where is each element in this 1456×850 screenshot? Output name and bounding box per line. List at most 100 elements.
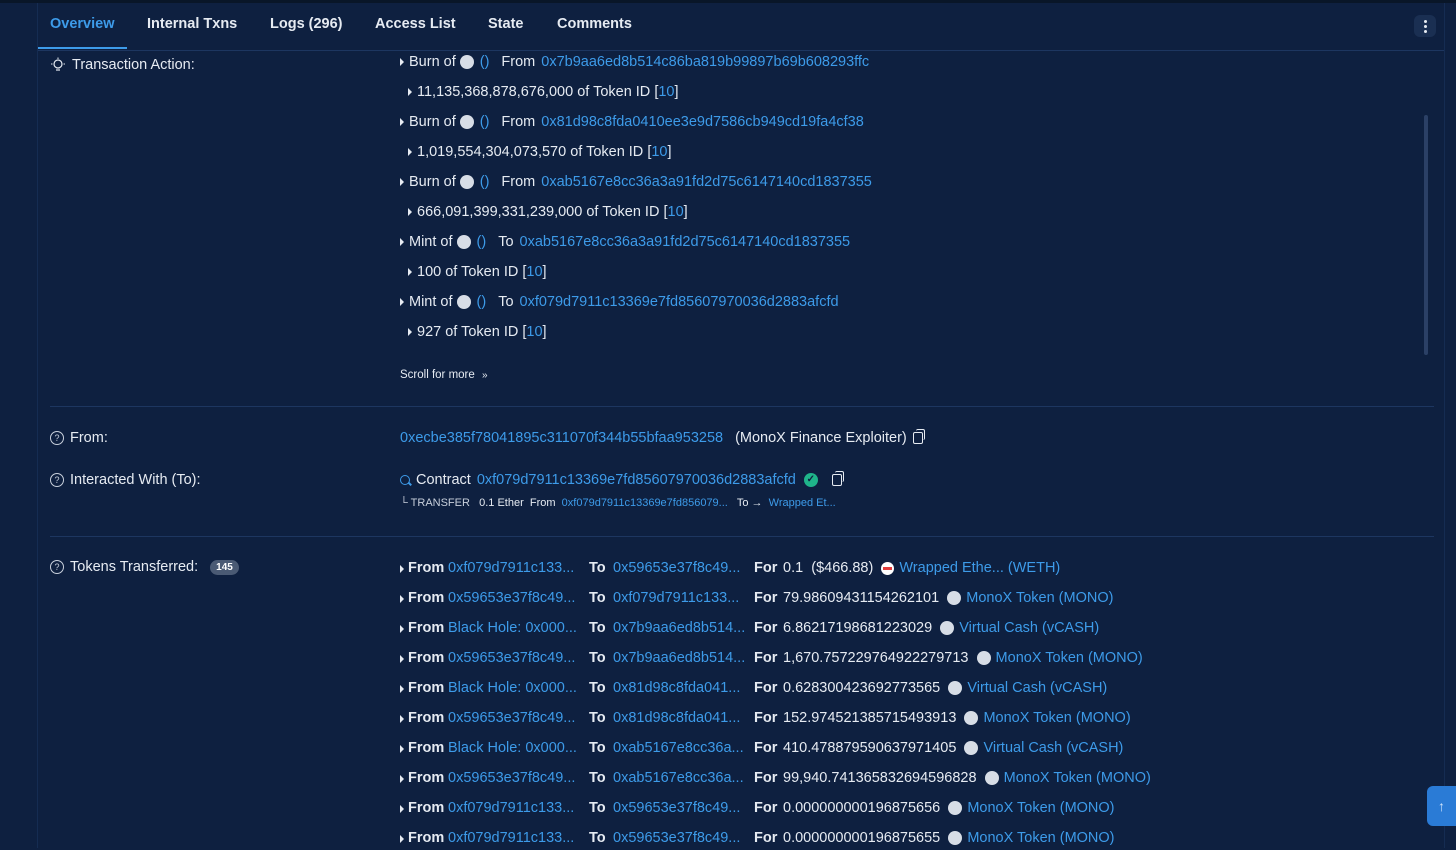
transfer-from-link[interactable]: 0xf079d7911c13369e7fd856079... bbox=[562, 497, 728, 509]
to-address-link[interactable]: 0x59653e37f8c49... bbox=[613, 830, 740, 846]
caret-right-icon[interactable] bbox=[408, 88, 412, 96]
action-detail-row: 100 of Token ID [10] bbox=[408, 264, 547, 280]
token-icon bbox=[984, 771, 999, 786]
of-token-id: of Token ID bbox=[586, 204, 660, 220]
to-address-link[interactable]: 0x59653e37f8c49... bbox=[613, 800, 740, 816]
caret-right-icon[interactable] bbox=[400, 298, 404, 306]
to-address-link[interactable]: 0x7b9aa6ed8b514... bbox=[613, 650, 745, 666]
caret-right-icon[interactable] bbox=[400, 58, 404, 66]
token-name-link[interactable]: Virtual Cash (vCASH) bbox=[959, 620, 1099, 636]
caret-right-icon[interactable] bbox=[400, 238, 404, 246]
token-link[interactable]: () bbox=[480, 114, 490, 130]
token-link[interactable]: () bbox=[480, 174, 490, 190]
from-address-link[interactable]: 0x59653e37f8c49... bbox=[448, 590, 575, 606]
tab-overview[interactable]: Overview bbox=[50, 16, 115, 32]
tab-state[interactable]: State bbox=[488, 16, 523, 32]
search-icon bbox=[400, 475, 410, 485]
to-word: To bbox=[589, 560, 606, 576]
from-label: ? From: bbox=[50, 430, 108, 446]
token-name-link[interactable]: MonoX Token (MONO) bbox=[966, 590, 1113, 606]
from-word: From bbox=[408, 770, 445, 786]
transfer-to-word: To → bbox=[736, 497, 763, 509]
to-address-link[interactable]: 0xab5167e8cc36a... bbox=[613, 740, 744, 756]
from-address-link[interactable]: 0x59653e37f8c49... bbox=[448, 770, 575, 786]
caret-right-icon[interactable] bbox=[408, 208, 412, 216]
token-icon bbox=[964, 711, 979, 726]
to-address-link[interactable]: 0x81d98c8fda041... bbox=[613, 680, 740, 696]
transfer-amount: 99,940.741365832694596828 bbox=[783, 770, 977, 786]
transfer-amount-group: 0.628300423692773565 Virtual Cash (vCASH… bbox=[783, 680, 1107, 696]
token-name-link[interactable]: MonoX Token (MONO) bbox=[983, 710, 1130, 726]
transfer-to-link[interactable]: Wrapped Et... bbox=[769, 497, 836, 509]
token-icon bbox=[456, 235, 471, 249]
transfer-from-word: From bbox=[529, 497, 556, 509]
transfer-amount: 1,670.757229764922279713 bbox=[783, 650, 969, 666]
token-name-link[interactable]: MonoX Token (MONO) bbox=[996, 650, 1143, 666]
address-link[interactable]: 0xab5167e8cc36a3a91fd2d75c6147140cd18373… bbox=[541, 174, 872, 190]
interacted-row: Contract 0xf079d7911c13369e7fd8560797003… bbox=[400, 471, 844, 488]
more-options-button[interactable] bbox=[1414, 15, 1436, 37]
token-id-link[interactable]: 10 bbox=[658, 84, 674, 100]
token-name-link[interactable]: MonoX Token (MONO) bbox=[967, 800, 1114, 816]
transfer-amount: 79.98609431154262101 bbox=[783, 590, 940, 606]
from-address-link[interactable]: Black Hole: 0x000... bbox=[448, 680, 577, 696]
from-address-link[interactable]: 0xf079d7911c133... bbox=[448, 800, 574, 816]
caret-right-icon[interactable] bbox=[400, 118, 404, 126]
to-address-link[interactable]: 0xf079d7911c133... bbox=[613, 590, 739, 606]
token-id-link[interactable]: 10 bbox=[651, 144, 667, 160]
amount: 666,091,399,331,239,000 bbox=[417, 204, 583, 220]
token-link[interactable]: () bbox=[477, 234, 487, 250]
transfer-amount: 410.478879590637971405 bbox=[783, 740, 957, 756]
caret-right-icon[interactable] bbox=[408, 328, 412, 336]
from-address-link[interactable]: 0xecbe385f78041895c311070f344b55bfaa9532… bbox=[400, 430, 723, 446]
to-address-link[interactable]: 0xab5167e8cc36a... bbox=[613, 770, 744, 786]
token-link[interactable]: () bbox=[477, 294, 487, 310]
token-icon bbox=[459, 55, 474, 69]
from-address-link[interactable]: 0x59653e37f8c49... bbox=[448, 710, 575, 726]
token-name-link[interactable]: Wrapped Ethe... (WETH) bbox=[899, 560, 1060, 576]
caret-right-icon[interactable] bbox=[408, 148, 412, 156]
from-address-link[interactable]: 0x59653e37f8c49... bbox=[448, 650, 575, 666]
contract-address-link[interactable]: 0xf079d7911c13369e7fd85607970036d2883afc… bbox=[477, 472, 796, 488]
token-name-link[interactable]: MonoX Token (MONO) bbox=[967, 830, 1114, 846]
from-address-link[interactable]: Black Hole: 0x000... bbox=[448, 740, 577, 756]
to-word: To bbox=[589, 710, 606, 726]
token-link[interactable]: () bbox=[480, 54, 490, 70]
tab-internal-txns[interactable]: Internal Txns bbox=[147, 16, 237, 32]
token-icon bbox=[456, 295, 471, 309]
token-id-link[interactable]: 10 bbox=[526, 264, 542, 280]
tab-logs[interactable]: Logs (296) bbox=[270, 16, 343, 32]
token-name-link[interactable]: Virtual Cash (vCASH) bbox=[983, 740, 1123, 756]
caret-right-icon[interactable] bbox=[408, 268, 412, 276]
to-address-link[interactable]: 0x59653e37f8c49... bbox=[613, 560, 740, 576]
tab-access-list[interactable]: Access List bbox=[375, 16, 456, 32]
token-name-link[interactable]: MonoX Token (MONO) bbox=[1004, 770, 1151, 786]
to-address-link[interactable]: 0x7b9aa6ed8b514... bbox=[613, 620, 745, 636]
token-id-link[interactable]: 10 bbox=[526, 324, 542, 340]
token-name-link[interactable]: Virtual Cash (vCASH) bbox=[967, 680, 1107, 696]
scroll-for-more-button[interactable]: Scroll for more » bbox=[400, 369, 488, 381]
address-link[interactable]: 0xf079d7911c13369e7fd85607970036d2883afc… bbox=[520, 294, 839, 310]
transfer-amount-group: 410.478879590637971405 Virtual Cash (vCA… bbox=[783, 740, 1123, 756]
address-link[interactable]: 0xab5167e8cc36a3a91fd2d75c6147140cd18373… bbox=[520, 234, 851, 250]
of-token-id: of Token ID bbox=[445, 324, 519, 340]
from-address-link[interactable]: 0xf079d7911c133... bbox=[448, 560, 574, 576]
token-id-link[interactable]: 10 bbox=[668, 204, 684, 220]
divider bbox=[50, 406, 1434, 407]
tab-comments[interactable]: Comments bbox=[557, 16, 632, 32]
scrollbar[interactable] bbox=[1424, 115, 1428, 355]
from-word: From bbox=[408, 710, 445, 726]
for-word: For bbox=[754, 650, 778, 666]
address-link[interactable]: 0x7b9aa6ed8b514c86ba819b99897b69b608293f… bbox=[541, 54, 869, 70]
address-link[interactable]: 0x81d98c8fda0410ee3e9d7586cb949cd19fa4cf… bbox=[541, 114, 864, 130]
to-address-link[interactable]: 0x81d98c8fda041... bbox=[613, 710, 740, 726]
transfer-amount: 0.1 bbox=[783, 560, 804, 576]
copy-icon[interactable] bbox=[831, 471, 844, 486]
from-address-link[interactable]: Black Hole: 0x000... bbox=[448, 620, 577, 636]
to-word: To bbox=[589, 680, 606, 696]
from-address-link[interactable]: 0xf079d7911c133... bbox=[448, 830, 574, 846]
action-row: Burn of () From 0x81d98c8fda0410ee3e9d75… bbox=[400, 114, 864, 130]
caret-right-icon[interactable] bbox=[400, 178, 404, 186]
scroll-to-top-button[interactable]: ↑ bbox=[1427, 786, 1456, 826]
copy-icon[interactable] bbox=[912, 429, 925, 444]
